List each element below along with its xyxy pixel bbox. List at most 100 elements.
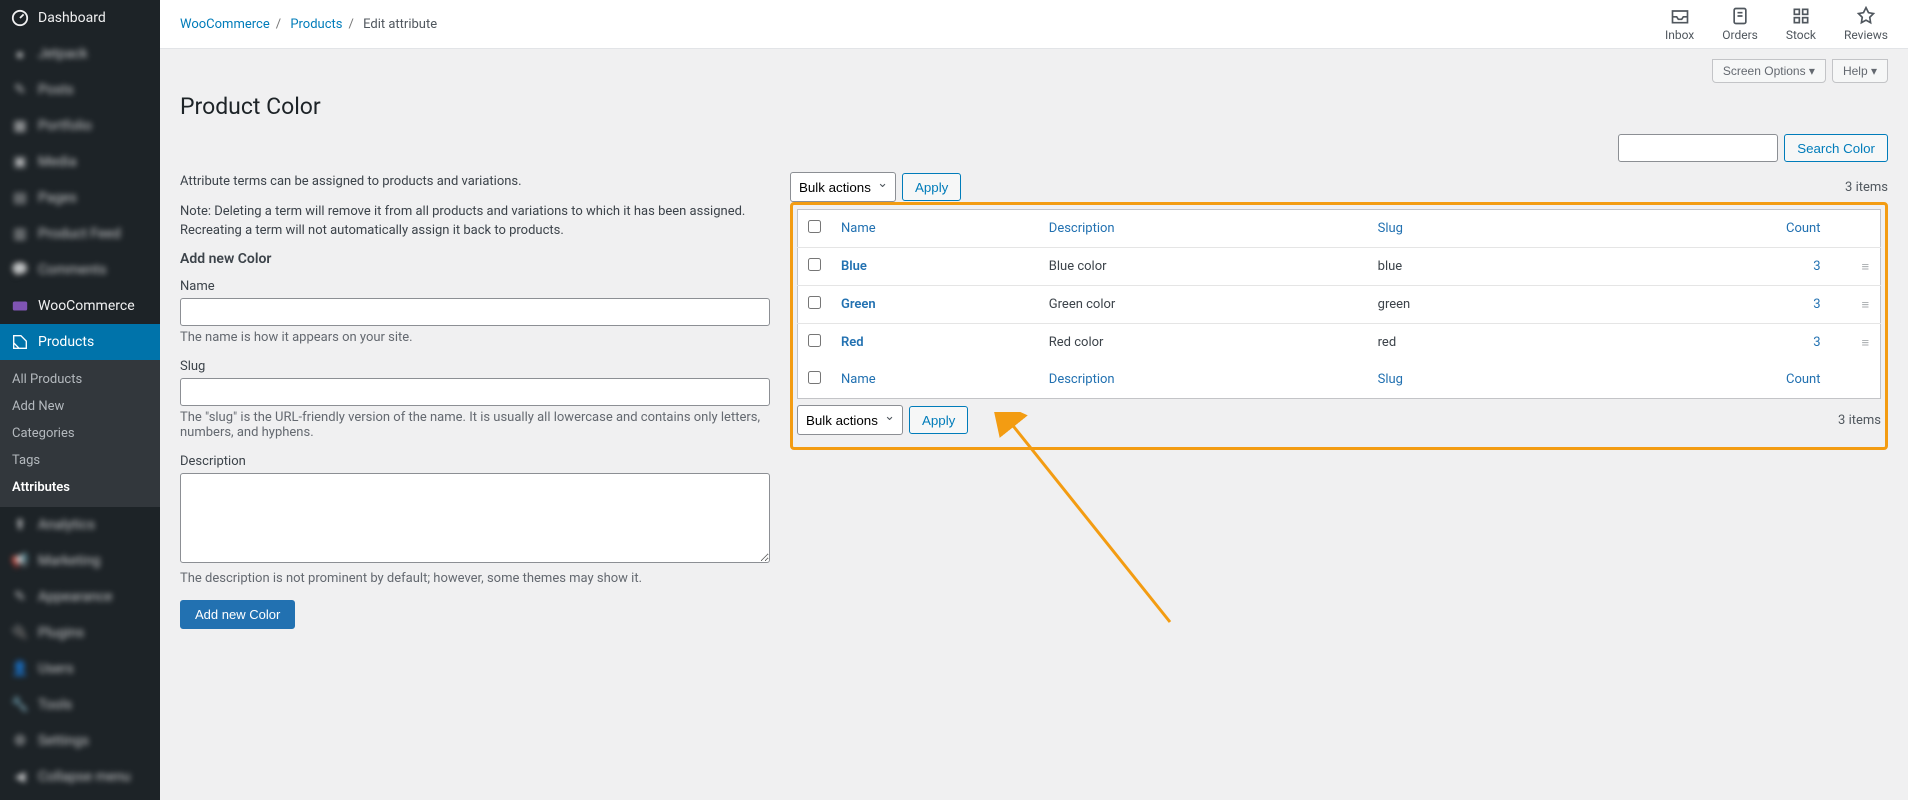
stock-button[interactable]: Stock — [1786, 6, 1816, 42]
intro-note: Note: Deleting a term will remove it fro… — [180, 202, 770, 241]
intro-text: Attribute terms can be assigned to produ… — [180, 172, 770, 192]
search-button[interactable]: Search Color — [1784, 134, 1888, 162]
term-count-link[interactable]: 3 — [1813, 335, 1820, 350]
sidebar-item-blur[interactable]: 🔌Plugins — [0, 615, 160, 651]
generic-icon: ▤ — [10, 188, 30, 208]
sidebar-label: Dashboard — [38, 10, 106, 26]
col-description[interactable]: Description — [1049, 221, 1115, 236]
generic-icon: ✎ — [10, 80, 30, 100]
term-description: Red color — [1039, 324, 1368, 362]
screen-options-button[interactable]: Screen Options ▾ — [1712, 59, 1826, 83]
drag-handle-icon[interactable]: ≡ — [1851, 248, 1881, 286]
stock-icon — [1791, 6, 1811, 26]
search-input[interactable] — [1618, 134, 1778, 162]
generic-icon: ▦ — [10, 116, 30, 136]
sidebar-item-blur[interactable]: 💬Comments — [0, 252, 160, 288]
sidebar-item-blur[interactable]: 👤Users — [0, 651, 160, 687]
col-count[interactable]: Count — [1786, 221, 1820, 236]
top-bar: WooCommerce/ Products/ Edit attribute In… — [160, 0, 1908, 49]
col-count[interactable]: Count — [1786, 372, 1820, 387]
generic-icon: 💬 — [10, 260, 30, 280]
col-name[interactable]: Name — [841, 221, 876, 236]
term-name-link[interactable]: Green — [841, 297, 876, 312]
slug-label: Slug — [180, 359, 770, 374]
generic-icon: ● — [10, 44, 30, 64]
breadcrumb: WooCommerce/ Products/ Edit attribute — [180, 17, 437, 32]
sub-add-new[interactable]: Add New — [0, 393, 160, 420]
orders-icon — [1730, 6, 1750, 26]
description-help: The description is not prominent by defa… — [180, 571, 770, 586]
add-new-color-button[interactable]: Add new Color — [180, 600, 295, 629]
sidebar-item-dashboard[interactable]: Dashboard — [0, 0, 160, 36]
terms-table: Name Description Slug Count Blue Blue col… — [797, 209, 1881, 399]
breadcrumb-products[interactable]: Products — [290, 17, 342, 32]
term-slug: blue — [1368, 248, 1568, 286]
generic-icon: ⬆ — [10, 515, 30, 535]
row-checkbox[interactable] — [808, 296, 821, 309]
sidebar-item-blur[interactable]: ▤Pages — [0, 180, 160, 216]
bulk-actions-select-bottom[interactable]: Bulk actions — [797, 405, 903, 435]
help-button[interactable]: Help ▾ — [1832, 59, 1888, 83]
sidebar-item-blur[interactable]: ⬆Analytics — [0, 507, 160, 543]
sidebar-item-products[interactable]: Products — [0, 324, 160, 360]
col-slug[interactable]: Slug — [1378, 221, 1403, 236]
highlighted-table-area: Name Description Slug Count Blue Blue col… — [790, 202, 1888, 450]
sidebar-item-woocommerce[interactable]: WooCommerce — [0, 288, 160, 324]
generic-icon: ⚙ — [10, 731, 30, 751]
items-count-bottom: 3 items — [1838, 413, 1881, 428]
col-slug[interactable]: Slug — [1378, 372, 1403, 387]
generic-icon: 🔧 — [10, 695, 30, 715]
col-description[interactable]: Description — [1049, 372, 1115, 387]
sidebar-item-blur[interactable]: ⚙Settings — [0, 723, 160, 759]
table-row: Red Red colorred 3 ≡ — [798, 324, 1881, 362]
apply-button-top[interactable]: Apply — [902, 173, 961, 201]
sidebar-item-blur[interactable]: ▥Product Feed — [0, 216, 160, 252]
name-input[interactable] — [180, 298, 770, 326]
sidebar-item-blur[interactable]: 🔧Tools — [0, 687, 160, 723]
woocommerce-icon — [10, 296, 30, 316]
term-slug: red — [1368, 324, 1568, 362]
sub-categories[interactable]: Categories — [0, 420, 160, 447]
generic-icon: 👤 — [10, 659, 30, 679]
sidebar-item-blur[interactable]: ●Jetpack — [0, 36, 160, 72]
generic-icon: ▥ — [10, 224, 30, 244]
term-name-link[interactable]: Blue — [841, 259, 867, 274]
term-count-link[interactable]: 3 — [1813, 297, 1820, 312]
term-description: Green color — [1039, 286, 1368, 324]
term-description: Blue color — [1039, 248, 1368, 286]
sub-attributes[interactable]: Attributes — [0, 474, 160, 501]
term-name-link[interactable]: Red — [841, 335, 864, 350]
breadcrumb-woocommerce[interactable]: WooCommerce — [180, 17, 270, 32]
add-term-form: Attribute terms can be assigned to produ… — [180, 172, 770, 629]
reviews-button[interactable]: Reviews — [1844, 6, 1888, 42]
term-slug: green — [1368, 286, 1568, 324]
products-icon — [10, 332, 30, 352]
generic-icon: ✎ — [10, 587, 30, 607]
drag-handle-icon[interactable]: ≡ — [1851, 324, 1881, 362]
slug-input[interactable] — [180, 378, 770, 406]
row-checkbox[interactable] — [808, 258, 821, 271]
sidebar-label: Products — [38, 334, 94, 350]
select-all-bottom[interactable] — [808, 371, 821, 384]
bulk-actions-select-top[interactable]: Bulk actions — [790, 172, 896, 202]
apply-button-bottom[interactable]: Apply — [909, 406, 968, 434]
name-label: Name — [180, 279, 770, 294]
dashboard-icon — [10, 8, 30, 28]
sidebar-item-blur[interactable]: ▣Media — [0, 144, 160, 180]
sidebar-item-blur[interactable]: 📢Marketing — [0, 543, 160, 579]
drag-handle-icon[interactable]: ≡ — [1851, 286, 1881, 324]
sub-all-products[interactable]: All Products — [0, 366, 160, 393]
sidebar-item-blur[interactable]: ✎Appearance — [0, 579, 160, 615]
sidebar-item-collapse[interactable]: ◀Collapse menu — [0, 759, 160, 795]
term-count-link[interactable]: 3 — [1813, 259, 1820, 274]
sidebar-item-blur[interactable]: ✎Posts — [0, 72, 160, 108]
row-checkbox[interactable] — [808, 334, 821, 347]
reviews-icon — [1856, 6, 1876, 26]
inbox-button[interactable]: Inbox — [1665, 6, 1694, 42]
col-name[interactable]: Name — [841, 372, 876, 387]
sub-tags[interactable]: Tags — [0, 447, 160, 474]
description-input[interactable] — [180, 473, 770, 563]
select-all-top[interactable] — [808, 220, 821, 233]
sidebar-item-blur[interactable]: ▦Portfolio — [0, 108, 160, 144]
orders-button[interactable]: Orders — [1722, 6, 1758, 42]
